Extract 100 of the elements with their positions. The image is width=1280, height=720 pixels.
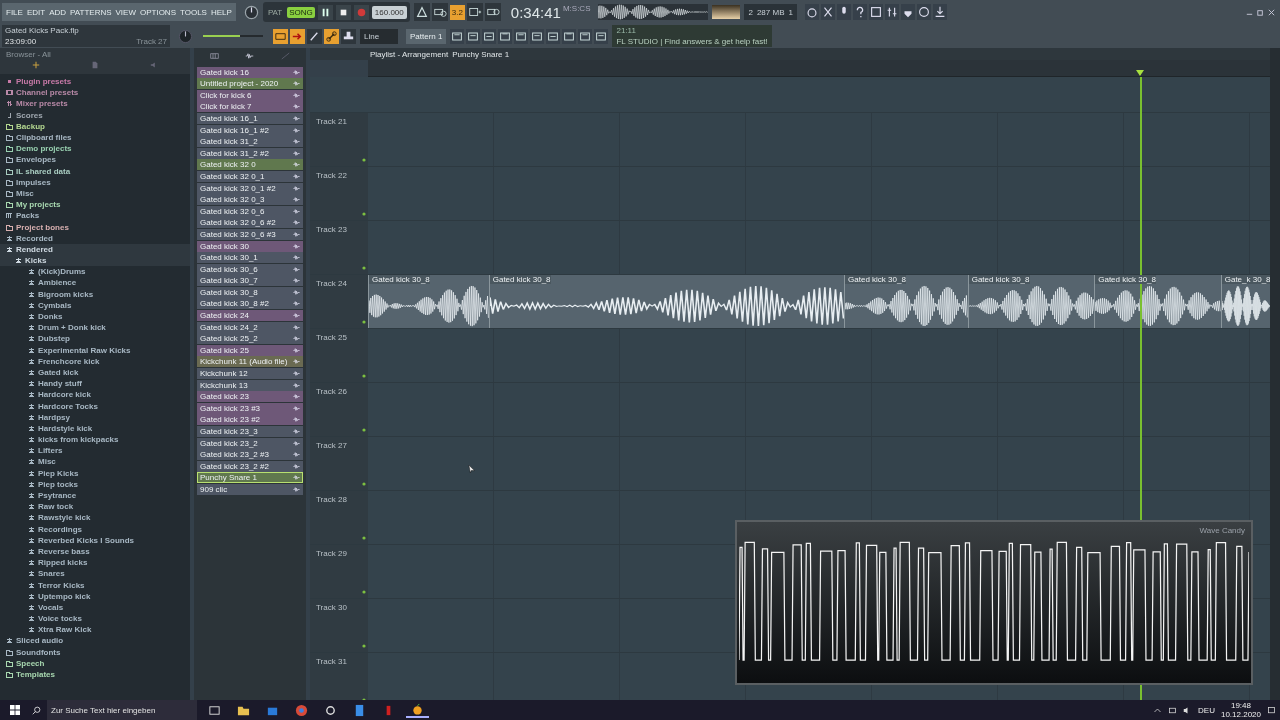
browser-item[interactable]: Hardstyle kick <box>0 422 190 434</box>
playlist-title[interactable]: Playlist - Arrangement <box>370 49 449 59</box>
channel-item[interactable]: Gated kick 30 <box>197 240 303 252</box>
language-indicator[interactable]: DEU <box>1198 705 1215 715</box>
channel-item[interactable]: Kickchunk 11 (Audio file) <box>197 356 303 368</box>
network-icon[interactable] <box>1168 705 1178 715</box>
browser-item[interactable]: Ripped kicks <box>0 557 190 569</box>
scissors-icon[interactable] <box>820 4 835 20</box>
browser-item[interactable]: Hardcore Tocks <box>0 400 190 412</box>
snap-value[interactable]: 3.2 <box>449 4 465 20</box>
channel-item[interactable]: Gated kick 24_2 <box>197 321 303 333</box>
audio-clip[interactable]: Gated kick 30_8 <box>368 275 489 328</box>
fruit-icon[interactable] <box>406 702 429 718</box>
channel-item[interactable]: Gated kick 23 #3 <box>197 402 303 414</box>
browser-item[interactable]: Sliced audio <box>0 635 190 647</box>
snap-dropdown[interactable]: Line <box>360 28 398 44</box>
browser-item[interactable]: Mixer presets <box>0 98 190 110</box>
tempo-display[interactable]: 160.000 <box>371 5 407 19</box>
browser-item[interactable]: Misc <box>0 456 190 468</box>
browser-item[interactable]: Snares <box>0 568 190 580</box>
browser-item[interactable]: Hardpsy <box>0 411 190 423</box>
menu-item[interactable]: EDIT <box>26 7 46 17</box>
browser-item[interactable]: Packs <box>0 210 190 222</box>
browser-item[interactable]: Psytrance <box>0 489 190 502</box>
browser-item[interactable]: Plugin presets <box>0 76 190 88</box>
browser-item[interactable]: Channel presets <box>0 87 190 99</box>
browser-item[interactable]: Impulses <box>0 176 190 188</box>
close-icon[interactable] <box>1267 7 1276 17</box>
download-icon[interactable] <box>932 4 947 20</box>
browser-item[interactable]: Voice tocks <box>0 613 190 625</box>
channel-item[interactable]: Kickchunk 12 <box>197 368 303 380</box>
plus-icon[interactable] <box>31 61 40 69</box>
browser-item[interactable]: Envelopes <box>0 154 190 166</box>
browser-item[interactable]: Kicks <box>0 255 190 267</box>
channel-item[interactable]: Click for kick 7 <box>197 101 303 113</box>
browser-item[interactable]: Speech <box>0 657 190 669</box>
waveform-icon[interactable] <box>245 52 255 60</box>
channel-item[interactable]: Untitled project - 2020 <box>197 78 303 90</box>
browser-item[interactable]: kicks from kickpacks <box>0 434 190 446</box>
browser-item[interactable]: Hardcore kick <box>0 389 190 401</box>
browser-item[interactable]: Gated kick <box>0 366 190 379</box>
browser-item[interactable]: Misc <box>0 187 190 200</box>
browser-item[interactable]: Demo projects <box>0 143 190 155</box>
browser-item[interactable]: Bigroom kicks <box>0 288 190 300</box>
browser-item[interactable]: Reverbed Kicks I Sounds <box>0 534 190 546</box>
channel-item[interactable]: Gated kick 24 <box>197 310 303 322</box>
piano-icon[interactable] <box>210 52 220 60</box>
channel-item[interactable]: Gated kick 23_2 <box>197 437 303 449</box>
channel-item[interactable]: Gated kick 23_2 #2 <box>197 460 303 472</box>
menu-item[interactable]: PATTERNS <box>70 7 112 17</box>
channel-item[interactable]: Gated kick 16_1 <box>197 112 303 124</box>
channel-item[interactable]: Gated kick 16 <box>197 66 303 78</box>
track-header[interactable]: Track 25 <box>310 329 368 382</box>
channel-item[interactable]: Gated kick 30_6 <box>197 263 303 275</box>
menu-item[interactable]: ADD <box>49 7 67 17</box>
menu-item[interactable]: FILE <box>6 7 23 17</box>
channel-item[interactable]: Gated kick 16_1 #2 <box>197 124 303 136</box>
track-header[interactable]: Track 30 <box>310 599 368 652</box>
browser-item[interactable]: (Kick)Drums <box>0 266 190 278</box>
microphone-icon[interactable] <box>836 4 851 20</box>
channel-item[interactable]: Gated kick 31_2 <box>197 136 303 148</box>
browser-item[interactable]: Templates <box>0 668 190 681</box>
track-header[interactable]: Track 24 <box>310 275 368 328</box>
browser-item[interactable]: IL shared data <box>0 165 190 177</box>
pause-icon[interactable] <box>317 4 333 20</box>
channel-item[interactable]: Gated kick 23 #2 <box>197 414 303 426</box>
restore-icon[interactable] <box>1256 7 1265 17</box>
menu-item[interactable]: OPTIONS <box>139 7 176 17</box>
channel-item[interactable]: Gated kick 32 0_1 #2 <box>197 182 303 194</box>
channel-item[interactable]: Gated kick 32 0_6 #2 <box>197 217 303 229</box>
browser-item[interactable]: Terror Kicks <box>0 579 190 591</box>
track-header[interactable]: Track 27 <box>310 437 368 490</box>
browser-item[interactable]: Piep Kicks <box>0 467 190 479</box>
stamp-icon[interactable] <box>341 28 356 44</box>
news-panel[interactable]: 21:11 FL STUDIO | Find answers & get help fast! <box>612 25 772 47</box>
menu-item[interactable]: TOOLS <box>180 7 207 17</box>
clock-date[interactable]: 10.12.2020 <box>1220 710 1261 719</box>
browser-item[interactable]: Vocals <box>0 601 190 613</box>
browser-item[interactable]: Project bones <box>0 221 190 233</box>
browser-item[interactable]: Scores <box>0 109 190 121</box>
browser-item[interactable]: Handy stuff <box>0 378 190 390</box>
browser-item[interactable]: Xtra Raw Kick <box>0 624 190 636</box>
clock-time[interactable]: 19:48 <box>1230 701 1251 710</box>
browser-item[interactable]: Piep tocks <box>0 478 190 490</box>
playlist-icon[interactable] <box>273 28 288 44</box>
browser-item[interactable]: Rawstyle kick <box>0 512 190 524</box>
knob-icon[interactable] <box>178 28 193 44</box>
channel-item[interactable]: Kickchunk 13 <box>197 379 303 391</box>
pattern-selector[interactable]: Pattern 1 <box>406 28 447 44</box>
channel-item[interactable]: Gated kick 32 0_6 #3 <box>197 228 303 240</box>
browser-item[interactable]: Drum + Donk kick <box>0 322 190 334</box>
knob-icon[interactable] <box>243 4 259 20</box>
mode-toggle[interactable]: SONG <box>287 6 315 18</box>
track-header[interactable]: Track 22 <box>310 167 368 220</box>
channel-item[interactable]: Gated kick 30_8 #2 <box>197 298 303 310</box>
audio-clip[interactable]: Gated kick 30_8 <box>1094 275 1221 328</box>
browser-item[interactable]: Lifters <box>0 445 190 457</box>
browser-item[interactable]: Rendered <box>0 243 190 255</box>
browser-item[interactable]: Reverse bass <box>0 545 190 558</box>
browser-item[interactable]: Backup <box>0 120 190 132</box>
